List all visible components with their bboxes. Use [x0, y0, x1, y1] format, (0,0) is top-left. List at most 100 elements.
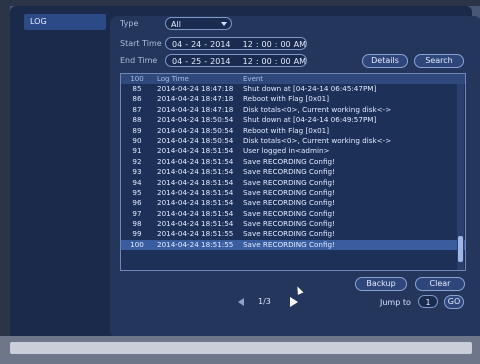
- row-number: 90: [132, 135, 142, 145]
- table-row[interactable]: 92 2014-04-24 18:51:54 Save RECORDING Conf…: [121, 157, 465, 167]
- tab-log-label: LOG: [30, 17, 47, 26]
- header-event[interactable]: Event: [241, 74, 465, 84]
- table-row[interactable]: 88 2014-04-24 18:50:54 Shut down at [04-24…: [121, 115, 465, 125]
- table-row[interactable]: 86 2014-04-24 18:47:18 Reboot with Flag [0…: [121, 94, 465, 104]
- log-table: 100 Log Time Event 85 2014-04-24 18:47:18…: [120, 73, 466, 271]
- type-select[interactable]: All: [165, 17, 232, 30]
- row-event: Reboot with Flag [0x01]: [243, 125, 330, 135]
- row-event: Save RECORDING Config!: [243, 187, 335, 197]
- end-hour[interactable]: 12: [243, 55, 253, 66]
- end-time-label: End Time: [120, 56, 158, 65]
- start-year[interactable]: 2014: [210, 38, 230, 49]
- end-minute[interactable]: 00: [262, 55, 272, 66]
- row-number: 99: [132, 229, 142, 239]
- row-event: Disk totals<0>, Current working disk<->: [243, 104, 392, 114]
- type-label: Type: [120, 19, 139, 28]
- table-row[interactable]: 98 2014-04-24 18:51:54 Save RECORDING Conf…: [121, 219, 465, 229]
- row-log-time: 2014-04-24 18:51:54: [157, 198, 234, 208]
- row-event: Disk totals<0>, Current working disk<->: [243, 135, 392, 145]
- type-select-value: All: [171, 20, 181, 29]
- start-ampm[interactable]: AM: [294, 38, 306, 49]
- row-number: 93: [132, 167, 142, 177]
- row-number: 94: [132, 177, 142, 187]
- row-number: 92: [132, 156, 142, 166]
- bottom-strip: [10, 342, 472, 354]
- table-scrollbar[interactable]: [457, 84, 464, 270]
- row-number: 87: [132, 104, 142, 114]
- start-time-input[interactable]: 04- 24- 2014 12: 00: 00 AM: [165, 37, 307, 50]
- table-row[interactable]: 100 2014-04-24 18:51:55 Save RECORDING Con…: [121, 239, 465, 251]
- row-event: Shut down at [04-24-14 06:49:57PM]: [243, 115, 377, 125]
- row-log-time: 2014-04-24 18:47:18: [157, 104, 234, 114]
- end-second[interactable]: 00: [280, 55, 290, 66]
- table-row[interactable]: 96 2014-04-24 18:51:54 Save RECORDING Conf…: [121, 198, 465, 208]
- start-minute[interactable]: 00: [262, 38, 272, 49]
- scrollbar-thumb[interactable]: [458, 236, 463, 262]
- clear-button[interactable]: Clear: [415, 277, 465, 291]
- dropdown-arrow-icon: [221, 22, 227, 26]
- prev-arrow-icon[interactable]: [238, 298, 244, 306]
- go-button[interactable]: GO: [444, 295, 464, 309]
- start-hour[interactable]: 12: [243, 38, 253, 49]
- backup-button[interactable]: Backup: [355, 277, 407, 291]
- row-log-time: 2014-04-24 18:50:54: [157, 125, 234, 135]
- row-number: 88: [132, 115, 142, 125]
- row-log-time: 2014-04-24 18:51:54: [157, 156, 234, 166]
- header-count: 100: [130, 75, 144, 83]
- end-ampm[interactable]: AM: [294, 55, 306, 66]
- row-number: 97: [132, 208, 142, 218]
- table-row[interactable]: 94 2014-04-24 18:51:54 Save RECORDING Conf…: [121, 178, 465, 188]
- row-number: 85: [132, 84, 142, 93]
- row-event: Save RECORDING Config!: [243, 219, 335, 229]
- table-row[interactable]: 89 2014-04-24 18:50:54 Reboot with Flag [0…: [121, 126, 465, 136]
- row-log-time: 2014-04-24 18:50:54: [157, 115, 234, 125]
- jump-to-label: Jump to: [380, 298, 411, 307]
- row-event: Reboot with Flag [0x01]: [243, 94, 330, 104]
- row-log-time: 2014-04-24 18:51:55: [157, 229, 234, 239]
- row-number: 95: [132, 187, 142, 197]
- row-number: 96: [132, 198, 142, 208]
- table-row[interactable]: 90 2014-04-24 18:50:54 Disk totals<0>, Cur…: [121, 136, 465, 146]
- table-header: 100 Log Time Event: [121, 74, 465, 84]
- row-number: 89: [132, 125, 142, 135]
- row-log-time: 2014-04-24 18:51:54: [157, 167, 234, 177]
- end-time-input[interactable]: 04- 25- 2014 12: 00: 00 AM: [165, 54, 307, 67]
- table-row[interactable]: 97 2014-04-24 18:51:54 Save RECORDING Conf…: [121, 209, 465, 219]
- next-arrow-icon[interactable]: [290, 297, 298, 307]
- row-event: Save RECORDING Config!: [243, 198, 335, 208]
- row-event: Save RECORDING Config!: [243, 229, 335, 239]
- table-row[interactable]: 99 2014-04-24 18:51:55 Save RECORDING Conf…: [121, 229, 465, 239]
- details-button[interactable]: Details: [362, 54, 408, 68]
- table-body: 85 2014-04-24 18:47:18 Shut down at [04-24…: [121, 84, 465, 251]
- end-month[interactable]: 04: [172, 55, 182, 66]
- header-log-time[interactable]: Log Time: [153, 74, 241, 84]
- row-number: 91: [132, 146, 142, 156]
- row-log-time: 2014-04-24 18:51:54: [157, 146, 234, 156]
- row-event: Shut down at [04-24-14 06:45:47PM]: [243, 84, 377, 93]
- row-event: User logged in<admin>: [243, 146, 330, 156]
- end-day[interactable]: 25: [191, 55, 201, 66]
- row-log-time: 2014-04-24 18:47:18: [157, 94, 234, 104]
- start-time-label: Start Time: [120, 39, 162, 48]
- row-log-time: 2014-04-24 18:47:18: [157, 84, 234, 93]
- end-year[interactable]: 2014: [210, 55, 230, 66]
- table-row[interactable]: 95 2014-04-24 18:51:54 Save RECORDING Conf…: [121, 188, 465, 198]
- row-log-time: 2014-04-24 18:51:54: [157, 208, 234, 218]
- jump-to-input[interactable]: 1: [418, 295, 438, 308]
- page-indicator: 1/3: [258, 297, 271, 306]
- start-day[interactable]: 24: [191, 38, 201, 49]
- start-second[interactable]: 00: [280, 38, 290, 49]
- table-row[interactable]: 91 2014-04-24 18:51:54 User logged in<admi…: [121, 146, 465, 156]
- tab-log[interactable]: LOG: [24, 14, 106, 30]
- start-month[interactable]: 04: [172, 38, 182, 49]
- row-event: Save RECORDING Config!: [243, 239, 335, 249]
- row-log-time: 2014-04-24 18:50:54: [157, 135, 234, 145]
- row-log-time: 2014-04-24 18:51:54: [157, 177, 234, 187]
- row-number: 86: [132, 94, 142, 104]
- table-row[interactable]: 87 2014-04-24 18:47:18 Disk totals<0>, Cur…: [121, 105, 465, 115]
- row-log-time: 2014-04-24 18:51:55: [157, 239, 234, 249]
- search-button[interactable]: Search: [414, 54, 464, 68]
- table-row[interactable]: 85 2014-04-24 18:47:18 Shut down at [04-24…: [121, 84, 465, 94]
- table-row[interactable]: 93 2014-04-24 18:51:54 Save RECORDING Conf…: [121, 167, 465, 177]
- row-event: Save RECORDING Config!: [243, 167, 335, 177]
